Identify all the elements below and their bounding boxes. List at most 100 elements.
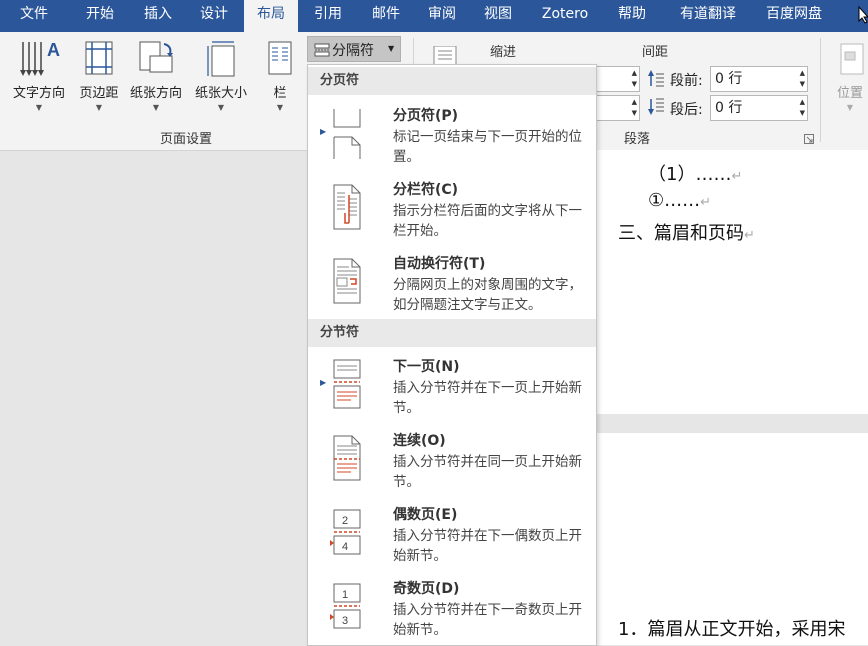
menu-item-title: 分栏符(C): [393, 182, 459, 198]
tab-design[interactable]: 设计: [186, 0, 242, 32]
margins-icon: [85, 41, 113, 75]
menu-item-next-page[interactable]: ▶ 下一页(N) 插入分节符并在下一页上开始新节。: [308, 348, 596, 420]
document-line: （1）……: [648, 164, 732, 185]
document-line: ①……: [648, 190, 701, 211]
size-label: 纸张大小: [194, 86, 247, 101]
tab-zotero[interactable]: Zotero: [530, 0, 600, 32]
menu-item-text-wrapping-break[interactable]: 自动换行符(T) 分隔网页上的对象周围的文字，如分隔题注文字与正文。: [308, 245, 596, 317]
menu-item-continuous[interactable]: 连续(O) 插入分节符并在同一页上开始新节。: [308, 422, 596, 494]
menu-item-odd-page[interactable]: 1 3 奇数页(D) 插入分节符并在下一奇数页上开始新节。: [308, 570, 596, 642]
paper-size-icon: [207, 41, 235, 77]
menu-item-description: 插入分节符并在下一奇数页上开始新节。: [393, 602, 582, 638]
menu-item-title: 奇数页(D): [393, 581, 460, 597]
indent-left-field[interactable]: ▲ ▼: [594, 66, 640, 92]
indent-right-field[interactable]: ▲ ▼: [594, 95, 640, 121]
tab-review[interactable]: 审阅: [414, 0, 470, 32]
svg-text:1: 1: [342, 589, 348, 601]
page-break-icon: [333, 109, 361, 159]
svg-text:3: 3: [342, 615, 348, 627]
columns-button[interactable]: 栏 ▼: [258, 38, 302, 112]
chevron-down-icon: ▼: [388, 44, 395, 53]
menu-item-description: 指示分栏符后面的文字将从下一栏开始。: [393, 203, 582, 239]
document-line: 1．篇眉从正文开始，采用宋: [618, 619, 846, 640]
tab-layout[interactable]: 布局: [244, 0, 298, 32]
paragraph-mark-icon: ↵: [744, 228, 755, 243]
tab-help[interactable]: 帮助: [604, 0, 660, 32]
odd-page-break-icon: 1 3: [330, 583, 361, 629]
tab-references[interactable]: 引用: [300, 0, 356, 32]
page-setup-group-label: 页面设置: [160, 132, 213, 147]
text-direction-button[interactable]: A 文字方向 ▼: [4, 38, 74, 112]
document-heading: 三、篇眉和页码: [618, 223, 744, 244]
spacing-before-icon: [648, 70, 664, 87]
dialog-launcher-icon[interactable]: [804, 134, 814, 144]
tab-file[interactable]: 文件: [6, 0, 62, 32]
margins-label: 页边距: [79, 86, 119, 101]
spacing-after-icon: [648, 98, 664, 115]
menu-item-title: 连续(O): [393, 433, 446, 449]
paragraph-mark-icon: ↵: [700, 195, 712, 210]
next-page-break-icon: [333, 359, 361, 409]
menu-item-title: 分页符(P): [393, 108, 459, 124]
columns-icon: [268, 41, 292, 75]
menu-item-title: 下一页(N): [393, 359, 460, 375]
spacing-label: 间距: [642, 45, 669, 60]
text-direction-label: 文字方向: [12, 86, 65, 101]
text-direction-icon: A: [20, 40, 60, 76]
menu-item-even-page[interactable]: 2 4 偶数页(E) 插入分节符并在下一偶数页上开始新节。: [308, 496, 596, 568]
continuous-break-icon: [333, 435, 361, 481]
document-page[interactable]: 1．篇眉从正文开始，采用宋: [596, 433, 868, 645]
svg-text:4: 4: [342, 541, 348, 553]
chevron-down-icon: ▼: [217, 103, 225, 112]
menu-item-description: 标记一页结束与下一页开始的位置。: [393, 129, 582, 165]
menu-item-description: 插入分节符并在下一页上开始新节。: [393, 380, 582, 416]
breaks-icon: [314, 43, 330, 57]
orientation-button[interactable]: 纸张方向 ▼: [124, 38, 188, 112]
document-page[interactable]: （1）……↵ ①……↵ 三、篇眉和页码↵: [596, 150, 868, 414]
paragraph-group-label: 段落: [624, 132, 651, 147]
column-break-icon: [333, 184, 361, 230]
menu-item-page-break[interactable]: ▶ 分页符(P) 标记一页结束与下一页开始的位置。: [308, 97, 596, 169]
spacing-after-label: 段后:: [670, 102, 703, 118]
chevron-down-icon: ▼: [152, 103, 160, 112]
position-label: 位置: [836, 86, 863, 101]
size-button[interactable]: 纸张大小 ▼: [188, 38, 254, 112]
position-icon: [840, 43, 864, 75]
page-breaks-header: 分页符: [308, 67, 596, 95]
svg-text:A: A: [47, 40, 60, 60]
spacing-before-field[interactable]: 0 行 ▲ ▼: [710, 66, 808, 92]
menu-item-description: 插入分节符并在同一页上开始新节。: [393, 454, 582, 490]
menu-item-description: 插入分节符并在下一偶数页上开始新节。: [393, 528, 582, 564]
spacing-before-label: 段前:: [670, 73, 703, 89]
spacing-after-value: 0 行: [715, 100, 743, 116]
tab-mailings[interactable]: 邮件: [358, 0, 414, 32]
menu-item-description: 分隔网页上的对象周围的文字，如分隔题注文字与正文。: [393, 277, 582, 313]
menu-item-title: 偶数页(E): [393, 507, 458, 523]
tab-youdao[interactable]: 有道翻译: [668, 0, 748, 32]
breaks-button[interactable]: 分隔符 ▼: [307, 36, 401, 62]
svg-text:2: 2: [342, 515, 348, 527]
breaks-dropdown-menu: 分页符 ▶ 分页符(P) 标记一页结束与下一页开始的位置。 分栏符(C) 指示分…: [307, 64, 597, 646]
position-button[interactable]: 位置 ▼: [830, 38, 868, 112]
breaks-label: 分隔符: [332, 43, 374, 59]
menu-item-title: 自动换行符(T): [393, 256, 486, 272]
margins-button[interactable]: 页边距 ▼: [74, 38, 124, 112]
tab-home[interactable]: 开始: [72, 0, 128, 32]
tab-view[interactable]: 视图: [470, 0, 526, 32]
paragraph-mark-icon: ↵: [731, 169, 743, 184]
tab-insert[interactable]: 插入: [130, 0, 186, 32]
spacing-after-field[interactable]: 0 行 ▲ ▼: [710, 95, 808, 121]
chevron-down-icon: ▼: [846, 103, 854, 112]
even-page-break-icon: 2 4: [330, 509, 361, 555]
orientation-icon: [139, 41, 173, 73]
tab-baidu-netdisk[interactable]: 百度网盘: [754, 0, 834, 32]
text-wrapping-break-icon: [333, 258, 361, 304]
ribbon-tab-bar: 文件 开始 插入 设计 布局 引用 邮件 审阅 视图 Zotero 帮助 有道翻…: [0, 0, 868, 32]
menu-item-column-break[interactable]: 分栏符(C) 指示分栏符后面的文字将从下一栏开始。: [308, 171, 596, 243]
orientation-label: 纸张方向: [129, 86, 182, 101]
chevron-down-icon: ▼: [276, 103, 284, 112]
indent-label: 缩进: [490, 45, 517, 60]
ribbon-separator: [820, 38, 821, 142]
columns-label: 栏: [273, 86, 287, 101]
chevron-down-icon: ▼: [95, 103, 103, 112]
